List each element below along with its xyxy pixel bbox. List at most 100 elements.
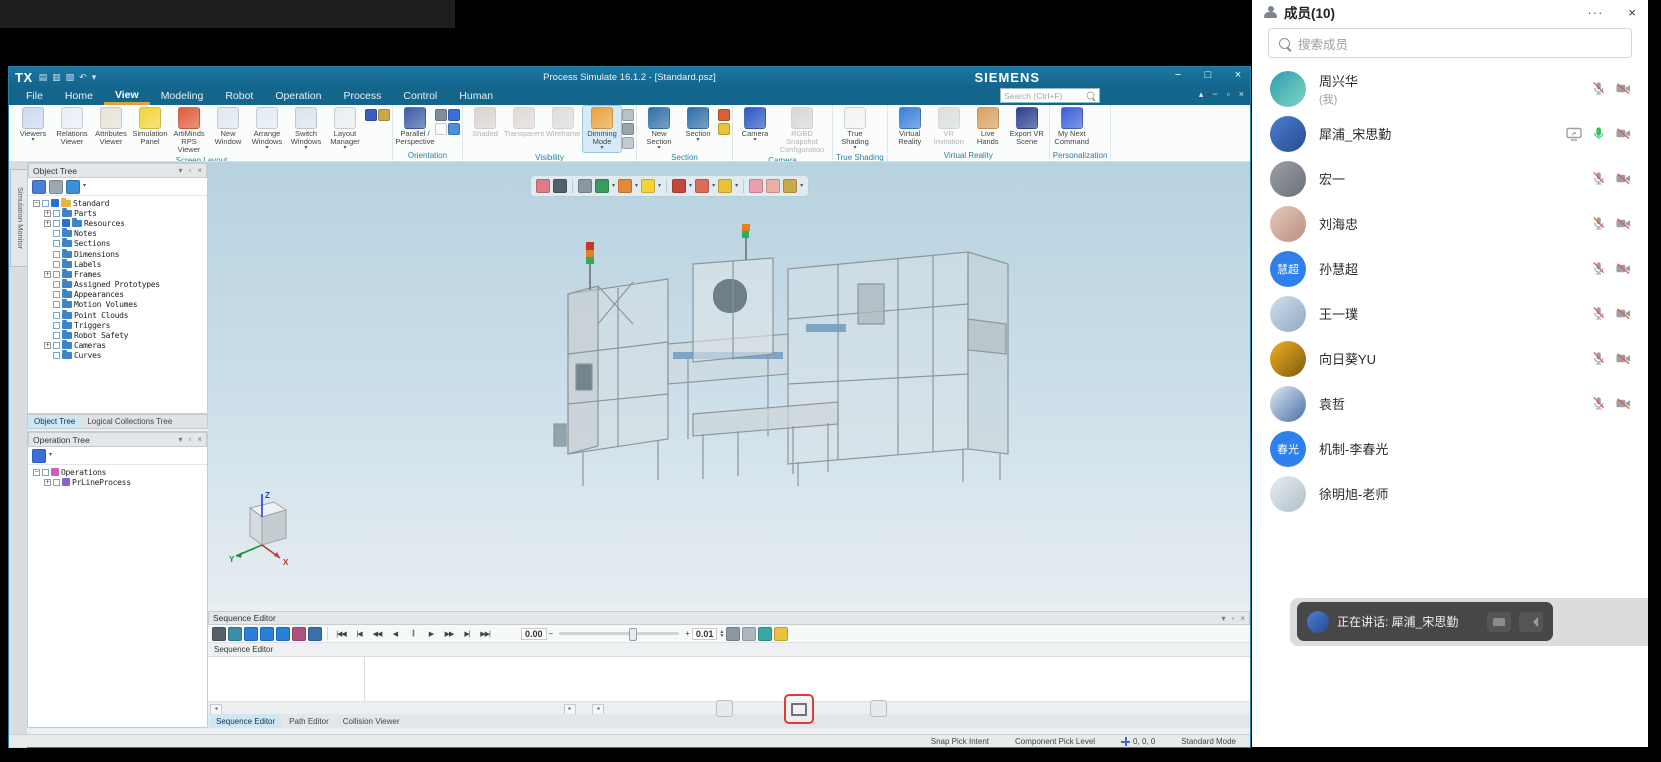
mini-button-icon[interactable] <box>365 109 377 121</box>
panel-control-icon[interactable]: ▾ <box>178 166 182 175</box>
visibility-checkbox[interactable] <box>53 210 60 217</box>
tree-item[interactable]: +Parts <box>32 208 207 218</box>
member-row[interactable]: 向日葵YU <box>1252 336 1648 381</box>
visibility-checkbox[interactable] <box>53 261 60 268</box>
snap-pick-intent[interactable]: Snap Pick Intent <box>931 737 989 746</box>
member-row[interactable]: 徐明旭-老师 <box>1252 471 1648 516</box>
ribbon-button[interactable]: Camera▾ <box>736 106 774 144</box>
expand-toggle-icon[interactable]: + <box>44 210 51 217</box>
panel-tool-icon[interactable] <box>49 180 63 194</box>
view-cube[interactable]: Z Y X <box>228 490 298 568</box>
ribbon-button[interactable]: Simulation Panel <box>131 106 169 147</box>
mini-button-icon[interactable] <box>622 137 634 149</box>
mini-button-icon[interactable] <box>622 109 634 121</box>
simulation-monitor-tab[interactable]: Simulation Monitor <box>10 169 28 267</box>
ribbon-button[interactable]: Attributes Viewer <box>92 106 130 147</box>
tree-item[interactable]: Labels <box>32 259 207 269</box>
camera-off-icon[interactable] <box>1615 126 1632 141</box>
tree-item[interactable]: −Operations <box>32 467 207 477</box>
mini-button-icon[interactable] <box>718 109 730 121</box>
window-controls[interactable]: − □ × <box>1170 69 1246 81</box>
expand-toggle-icon[interactable]: + <box>44 342 51 349</box>
mini-button-icon[interactable] <box>622 123 634 135</box>
tree-item[interactable]: Robot Safety <box>32 330 207 340</box>
mini-buttons[interactable] <box>365 106 389 121</box>
mini-buttons[interactable] <box>622 106 633 149</box>
sequence-editor-header[interactable]: Sequence Editor ▾▫× <box>208 611 1250 625</box>
document-window-controls[interactable]: ▴−▫× <box>1199 89 1244 100</box>
menu-human[interactable]: Human <box>448 88 504 105</box>
component-pick-level[interactable]: Component Pick Level <box>1015 737 1095 746</box>
ribbon-button[interactable]: New Section▾ <box>640 106 678 152</box>
maximize-button[interactable]: □ <box>1200 69 1216 81</box>
member-row[interactable]: 宏一 <box>1252 156 1648 201</box>
playback-button[interactable]: ▶▶ <box>441 629 457 639</box>
visibility-checkbox[interactable] <box>53 291 60 298</box>
mic-off-icon[interactable] <box>1591 81 1606 96</box>
playback-button[interactable]: ▶| <box>459 629 475 639</box>
mini-buttons[interactable] <box>435 106 459 135</box>
tree-item[interactable]: Dimensions <box>32 249 207 259</box>
close-button[interactable]: × <box>1230 69 1246 81</box>
member-row[interactable]: 犀浦_宋思勤 <box>1252 111 1648 156</box>
sequence-tool-icon[interactable] <box>292 627 306 641</box>
slider-minus-button[interactable]: − <box>549 629 554 638</box>
sequence-tool-icon[interactable] <box>726 627 740 641</box>
visibility-checkbox[interactable] <box>53 230 60 237</box>
sequence-tool-icon[interactable] <box>774 627 788 641</box>
ribbon-button[interactable]: Switch Windows▾ <box>287 106 325 152</box>
mini-buttons[interactable] <box>718 106 729 135</box>
camera-off-icon[interactable] <box>1615 396 1632 411</box>
panel-controls[interactable]: ▾▫× <box>178 435 202 444</box>
viewport-tool-icon[interactable] <box>672 179 686 193</box>
menu-operation[interactable]: Operation <box>264 88 332 105</box>
mic-off-icon[interactable] <box>1591 261 1606 276</box>
tree-item[interactable]: Assigned Prototypes <box>32 280 207 290</box>
viewport-tool-icon[interactable] <box>641 179 655 193</box>
menu-file[interactable]: File <box>15 88 54 105</box>
3d-viewport[interactable]: ▾▾▾▾▾▾▾ <box>208 162 1250 605</box>
doc-control-icon[interactable]: × <box>1239 89 1244 100</box>
sequence-tool-icon[interactable] <box>308 627 322 641</box>
quick-access-icon[interactable]: ▥ <box>52 72 61 83</box>
mini-button-icon[interactable] <box>718 123 730 135</box>
visibility-checkbox[interactable] <box>53 332 60 339</box>
expand-toggle-icon[interactable]: − <box>33 469 40 476</box>
mic-off-icon[interactable] <box>1591 306 1606 321</box>
viewport-tool-icon[interactable] <box>578 179 592 193</box>
viewport-tool-icon[interactable] <box>783 179 797 193</box>
slider-plus-button[interactable]: + <box>685 629 690 638</box>
doc-control-icon[interactable]: − <box>1212 89 1217 100</box>
panel-tool-icon[interactable] <box>32 449 46 463</box>
more-options-icon[interactable]: ··· <box>1587 5 1603 20</box>
playback-button[interactable]: ◀ <box>387 629 403 639</box>
reply-button[interactable] <box>1519 612 1543 632</box>
tree-item[interactable]: Point Clouds <box>32 310 207 320</box>
playback-button[interactable]: ◀◀ <box>369 629 385 639</box>
step-spinner[interactable]: ▲▼ <box>719 630 724 638</box>
ribbon-button[interactable]: Parallel / Perspective <box>396 106 434 147</box>
viewport-tool-icon[interactable] <box>595 179 609 193</box>
quick-access-icon[interactable]: ↶ <box>79 72 87 83</box>
visibility-checkbox[interactable] <box>42 469 49 476</box>
ribbon-button[interactable]: True Shading▾ <box>836 106 874 152</box>
visibility-checkbox[interactable] <box>53 312 60 319</box>
camera-off-icon[interactable] <box>1615 216 1632 231</box>
tab-logical-collections-tree[interactable]: Logical Collections Tree <box>81 415 178 428</box>
panel-control-icon[interactable]: ▫ <box>188 435 191 444</box>
panel-controls[interactable]: ▾▫× <box>1221 614 1245 623</box>
quick-access-icon[interactable]: ▤ <box>39 72 48 83</box>
panel-tool-icon[interactable] <box>32 180 46 194</box>
menu-control[interactable]: Control <box>392 88 448 105</box>
doc-control-icon[interactable]: ▫ <box>1227 89 1230 100</box>
playback-button[interactable]: ▶▶| <box>477 629 493 639</box>
ribbon-button[interactable]: Relations Viewer <box>53 106 91 147</box>
camera-off-icon[interactable] <box>1615 171 1632 186</box>
ribbon-button[interactable]: Viewers▾ <box>14 106 52 144</box>
tree-item[interactable]: Motion Volumes <box>32 300 207 310</box>
meeting-overlay-icon[interactable] <box>870 700 887 717</box>
member-search-box[interactable]: 搜索成员 <box>1268 28 1632 58</box>
tree-item[interactable]: −Standard <box>32 198 207 208</box>
tree-item[interactable]: +Resources <box>32 218 207 228</box>
camera-off-icon[interactable] <box>1615 81 1632 96</box>
